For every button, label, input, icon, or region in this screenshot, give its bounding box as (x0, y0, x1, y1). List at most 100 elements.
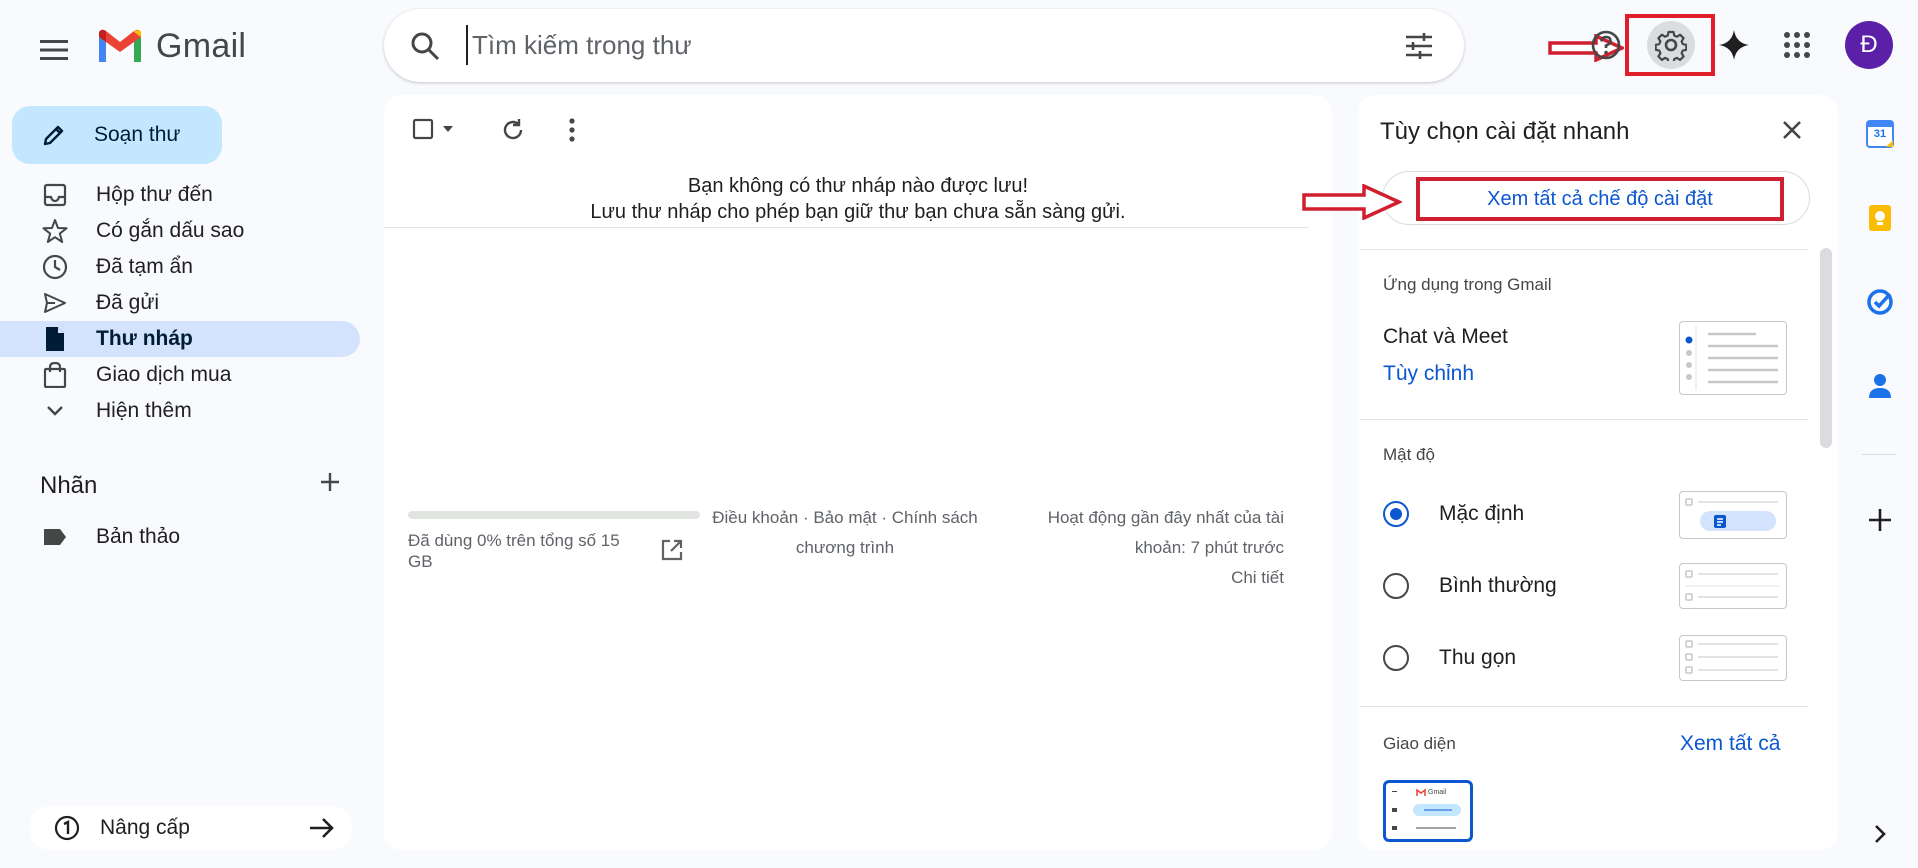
compose-button[interactable]: Soạn thư (12, 106, 222, 164)
nav-item-inbox[interactable]: Hộp thư đến (0, 177, 360, 213)
account-avatar[interactable]: Đ (1845, 21, 1893, 69)
last-activity-line2: khoản: 7 phút trước (1134, 538, 1284, 557)
density-option-compact[interactable]: Thu gọn (1383, 638, 1516, 678)
gemini-button[interactable] (1710, 21, 1758, 69)
nav-item-more[interactable]: Hiện thêm (0, 393, 360, 429)
contacts-icon (1868, 372, 1892, 400)
gmail-m-icon (96, 28, 144, 64)
nav-item-snoozed[interactable]: Đã tạm ẩn (0, 249, 360, 285)
settings-button[interactable] (1647, 21, 1695, 69)
radio-button[interactable] (1383, 645, 1409, 671)
chevron-down-icon (40, 404, 70, 418)
radio-button-selected[interactable] (1383, 501, 1409, 527)
divider (1360, 706, 1808, 707)
support-button[interactable] (1582, 21, 1630, 69)
search-input[interactable] (466, 25, 1306, 65)
select-all-checkbox[interactable] (412, 118, 454, 140)
nav-label: Đã gửi (96, 291, 160, 314)
manage-storage-link[interactable] (660, 538, 684, 562)
divider (384, 227, 1309, 228)
label-tag-icon (40, 527, 70, 547)
labels-heading: Nhãn (40, 472, 98, 499)
density-option-comfortable[interactable]: Bình thường (1383, 566, 1557, 606)
label-item-drafts-custom[interactable]: Bản thảo (0, 519, 360, 555)
footer-links-line1[interactable]: Điều khoản · Bảo mật · Chính sách (700, 503, 990, 533)
caret-down-icon[interactable] (442, 125, 454, 133)
footer-links-line2[interactable]: chương trình (700, 533, 990, 563)
see-all-settings-label[interactable]: Xem tất cả chế độ cài đặt (1416, 177, 1784, 221)
close-quick-settings-button[interactable] (1780, 118, 1804, 142)
get-addons-button[interactable] (1862, 502, 1898, 538)
density-comfortable-thumbnail[interactable] (1679, 563, 1787, 609)
storage-usage-text: Đã dùng 0% trên tổng số 15 GB (408, 531, 620, 571)
refresh-icon (500, 117, 526, 143)
gear-icon (1655, 29, 1687, 61)
more-actions-button[interactable] (566, 117, 578, 143)
upgrade-badge-icon (54, 815, 80, 841)
nav-label: Hiện thêm (96, 399, 192, 422)
draft-icon (40, 326, 70, 352)
nav-item-purchases[interactable]: Giao dịch mua (0, 357, 360, 393)
plus-icon (1867, 507, 1893, 533)
arrow-right-icon (308, 816, 336, 840)
empty-drafts-title: Bạn không có thư nháp nào được lưu! (687, 175, 1029, 197)
clock-icon (40, 254, 70, 280)
nav-item-drafts[interactable]: Thư nháp (0, 321, 360, 357)
empty-drafts-message: Bạn không có thư nháp nào được lưu! Lưu … (384, 173, 1332, 225)
star-icon (40, 218, 70, 244)
chat-layout-thumbnail[interactable] (1679, 321, 1787, 395)
checkbox-icon (412, 118, 434, 140)
radio-button[interactable] (1383, 573, 1409, 599)
shopping-bag-icon (40, 362, 70, 388)
density-compact-thumbnail[interactable] (1679, 635, 1787, 681)
keep-icon (1868, 204, 1892, 232)
send-icon (40, 291, 70, 315)
density-option-label: Mặc định (1439, 502, 1525, 525)
divider (1360, 419, 1808, 420)
search-bar[interactable] (384, 9, 1464, 82)
help-icon (1590, 29, 1622, 61)
density-default-thumbnail[interactable] (1679, 491, 1787, 539)
nav-label: Giao dịch mua (96, 363, 232, 386)
divider (1862, 454, 1896, 455)
chat-meet-label: Chat và Meet (1383, 325, 1508, 348)
upgrade-button[interactable]: Nâng cấp (30, 806, 352, 850)
divider (1360, 249, 1808, 250)
keep-app-button[interactable] (1862, 200, 1898, 236)
customize-link[interactable]: Tùy chỉnh (1383, 362, 1474, 386)
open-in-new-icon (660, 538, 684, 562)
theme-default-thumbnail[interactable]: Gmail (1383, 780, 1473, 842)
calendar-day: 31 (1873, 128, 1887, 140)
search-icon[interactable] (410, 31, 440, 61)
show-side-panel-button[interactable] (1862, 816, 1898, 852)
quick-settings-scrollbar[interactable] (1820, 248, 1832, 448)
refresh-button[interactable] (500, 117, 526, 143)
gmail-logo[interactable]: Gmail (96, 26, 246, 66)
tasks-icon (1866, 288, 1894, 316)
nav-label: Đã tạm ẩn (96, 255, 193, 278)
app-name: Gmail (156, 26, 247, 65)
see-all-themes-link[interactable]: Xem tất cả (1680, 732, 1780, 756)
annotation-arrow-see-all (1302, 184, 1402, 220)
search-options-icon[interactable] (1404, 31, 1434, 61)
activity-details-link[interactable]: Chi tiết (1000, 563, 1284, 593)
density-option-default[interactable]: Mặc định (1383, 494, 1524, 534)
last-activity-info: Hoạt động gần đây nhất của tài khoản: 7 … (1000, 503, 1284, 593)
theme-thumbnail-brand: Gmail (1428, 788, 1447, 796)
pencil-icon (42, 123, 66, 147)
sparkle-icon (1718, 29, 1750, 61)
apps-grid-icon (1784, 32, 1810, 58)
main-menu-button[interactable] (30, 26, 78, 74)
nav-item-sent[interactable]: Đã gửi (0, 285, 360, 321)
nav-item-starred[interactable]: Có gắn dấu sao (0, 213, 360, 249)
quick-settings-title: Tùy chọn cài đặt nhanh (1380, 118, 1630, 145)
footer-links[interactable]: Điều khoản · Bảo mật · Chính sách chương… (700, 503, 990, 563)
create-label-button[interactable] (318, 470, 342, 494)
tasks-app-button[interactable] (1862, 284, 1898, 320)
calendar-app-button[interactable]: 31 (1862, 116, 1898, 152)
last-activity-line1: Hoạt động gần đây nhất của tài (1047, 508, 1284, 527)
empty-drafts-subtitle: Lưu thư nháp cho phép bạn giữ thư bạn ch… (590, 201, 1126, 223)
contacts-app-button[interactable] (1862, 368, 1898, 404)
google-apps-button[interactable] (1773, 21, 1821, 69)
inbox-icon (40, 183, 70, 207)
